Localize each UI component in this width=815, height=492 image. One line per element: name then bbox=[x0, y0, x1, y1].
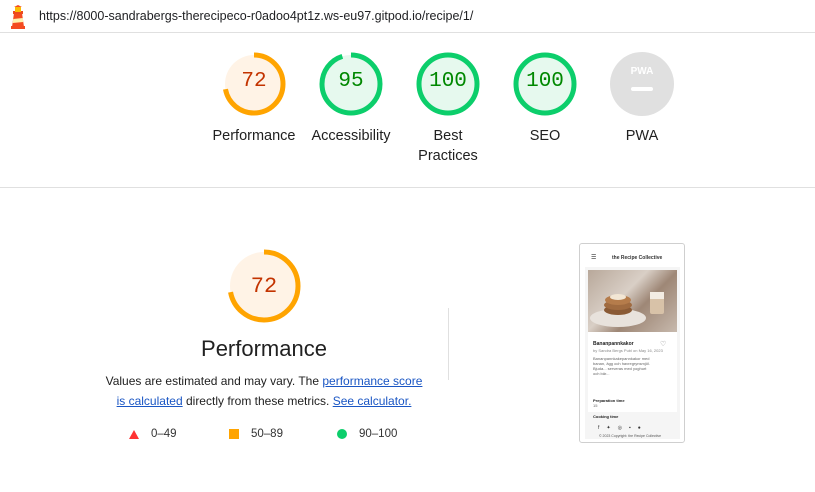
page-url[interactable]: https://8000-sandrabergs-therecipeco-r0a… bbox=[39, 9, 473, 23]
performance-title: Performance bbox=[201, 336, 327, 361]
github-icon: ● bbox=[637, 425, 648, 431]
gauge-seo[interactable]: 100 SEO bbox=[495, 52, 595, 146]
gauge-pwa[interactable]: PWA PWA bbox=[592, 52, 692, 146]
gauge-label-accessibility: Accessibility bbox=[311, 128, 391, 144]
url-bar: https://8000-sandrabergs-therecipeco-r0a… bbox=[0, 0, 815, 33]
green-circle-icon bbox=[337, 429, 347, 439]
thumbnail-header: ☰ the Recipe Collective bbox=[585, 249, 680, 267]
see-calculator-link[interactable]: See calculator. bbox=[333, 394, 412, 408]
heart-icon: ♡ bbox=[660, 341, 667, 348]
final-screenshot-thumbnail[interactable]: ☰ the Recipe Collective Bananpannkakor ♡… bbox=[579, 243, 685, 443]
gauge-label-performance: Performance bbox=[212, 128, 296, 144]
desc-middle: directly from these metrics. bbox=[182, 394, 333, 408]
twitter-icon: ✦ bbox=[606, 425, 618, 431]
gauge-label-pwa: PWA bbox=[625, 128, 659, 144]
vertical-separator bbox=[448, 308, 449, 380]
gauge-accessibility[interactable]: 95 Accessibility bbox=[301, 52, 401, 146]
pwa-dash-icon bbox=[631, 87, 653, 91]
lighthouse-logo-icon bbox=[11, 5, 25, 29]
section-divider bbox=[0, 187, 815, 188]
is-calculated-link[interactable]: is calculated bbox=[117, 394, 183, 408]
social-icons: f✦◎▪● bbox=[598, 425, 648, 431]
legend-pass: 90–100 bbox=[337, 428, 397, 440]
legend-average-range: 50–89 bbox=[251, 428, 283, 440]
hamburger-menu-icon: ☰ bbox=[591, 255, 597, 261]
gauge-label-best-practices: Best Practices bbox=[418, 128, 478, 164]
gauge-label-seo: SEO bbox=[529, 128, 561, 144]
gauge-best-practices[interactable]: 100 Best Practices bbox=[398, 52, 498, 166]
thumbnail-copyright: © 2023 Copyright: the Recipe Collective bbox=[599, 434, 662, 438]
pwa-badge-text: PWA bbox=[631, 66, 654, 77]
performance-score-link[interactable]: performance score bbox=[322, 374, 422, 388]
legend-fail-range: 0–49 bbox=[151, 428, 177, 440]
gauge-score-seo: 100 bbox=[526, 70, 564, 93]
gauge-ring-pwa: PWA bbox=[610, 52, 674, 116]
instagram-icon: ◎ bbox=[617, 425, 629, 431]
legend-average: 50–89 bbox=[229, 428, 283, 440]
thumbnail-prep-value: 15 bbox=[593, 403, 598, 408]
performance-description: Values are estimated and may vary. The p… bbox=[96, 371, 432, 411]
linkedin-icon: ▪ bbox=[628, 425, 638, 431]
thumbnail-description: Bananpannkakepannkakor med banan, ägg oc… bbox=[593, 356, 650, 376]
thumbnail-page: ☰ the Recipe Collective Bananpannkakor ♡… bbox=[585, 249, 680, 439]
thumbnail-cook-heading: Cooking time bbox=[593, 414, 619, 419]
gauge-performance[interactable]: 72 Performance bbox=[204, 52, 304, 146]
thumbnail-prep-heading: Preparation time bbox=[593, 398, 625, 403]
pancake-photo bbox=[588, 270, 677, 332]
legend-fail: 0–49 bbox=[129, 428, 177, 440]
gauge-score-best-practices: 100 bbox=[429, 70, 467, 93]
red-triangle-icon bbox=[129, 429, 139, 439]
performance-score-large: 72 bbox=[250, 274, 278, 299]
pancake-image-icon bbox=[590, 292, 664, 327]
thumbnail-byline: by Sandra Bergs Publ on May 16, 2023 bbox=[593, 348, 663, 353]
gauge-score-performance: 72 bbox=[241, 70, 267, 93]
legend-pass-range: 90–100 bbox=[359, 428, 398, 440]
desc-prefix: Values are estimated and may vary. The bbox=[105, 374, 323, 388]
orange-square-icon bbox=[229, 429, 239, 439]
thumbnail-recipe-title: Bananpannkakor bbox=[593, 341, 634, 347]
gauge-score-accessibility: 95 bbox=[338, 70, 364, 93]
thumbnail-site-title: the Recipe Collective bbox=[612, 255, 663, 261]
recipe-card: Bananpannkakor ♡ by Sandra Bergs Publ on… bbox=[588, 332, 677, 412]
